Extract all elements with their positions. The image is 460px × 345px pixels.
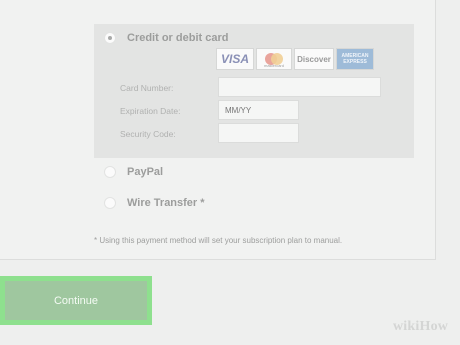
paypal-option-label[interactable]: PayPal bbox=[127, 166, 163, 178]
card-number-input[interactable] bbox=[218, 77, 381, 97]
mastercard-logo-text: mastercard bbox=[263, 63, 284, 68]
discover-logo-text: Discover bbox=[297, 54, 331, 64]
mastercard-logo: mastercard bbox=[256, 48, 292, 70]
continue-button[interactable]: Continue bbox=[5, 281, 147, 320]
card-option-label[interactable]: Credit or debit card bbox=[127, 32, 228, 44]
security-code-input[interactable] bbox=[218, 123, 299, 143]
amex-logo: AMERICAN EXPRESS bbox=[336, 48, 374, 70]
wire-transfer-radio[interactable] bbox=[104, 197, 116, 209]
card-radio[interactable] bbox=[104, 32, 116, 44]
amex-logo-text: AMERICAN EXPRESS bbox=[341, 53, 369, 65]
continue-button-label: Continue bbox=[53, 294, 99, 307]
visa-logo: VISA bbox=[216, 48, 254, 70]
paypal-radio[interactable] bbox=[104, 166, 116, 178]
expiration-date-input[interactable] bbox=[218, 100, 299, 120]
wikihow-watermark: wikiHow bbox=[393, 319, 449, 334]
wire-transfer-option-label[interactable]: Wire Transfer * bbox=[127, 197, 205, 209]
card-number-label: Card Number: bbox=[120, 83, 174, 93]
expiration-date-label: Expiration Date: bbox=[120, 106, 181, 116]
discover-logo: Discover bbox=[294, 48, 334, 70]
security-code-label: Security Code: bbox=[120, 129, 176, 139]
radio-selected-dot bbox=[108, 36, 112, 40]
visa-logo-text: VISA bbox=[220, 52, 249, 66]
payment-note: * Using this payment method will set you… bbox=[94, 236, 343, 245]
